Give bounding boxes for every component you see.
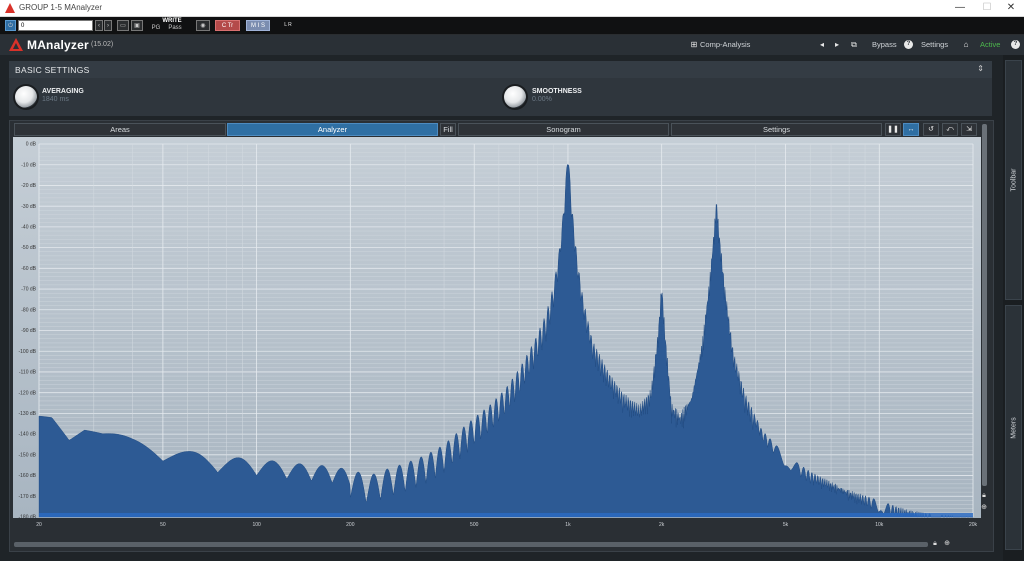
active-button[interactable]: Active xyxy=(980,40,1000,49)
settings-button[interactable]: Settings xyxy=(921,40,948,49)
meters-side-tab[interactable]: Meters xyxy=(1005,305,1022,550)
y-tick-label: -110 dB xyxy=(19,370,37,376)
y-tick-label: -20 dB xyxy=(21,183,36,189)
toolbar-side-label: Toolbar xyxy=(1010,168,1017,192)
averaging-value[interactable]: 1840 ms xyxy=(42,96,69,103)
smoothness-knob[interactable] xyxy=(504,86,526,108)
y-tick-label: -60 dB xyxy=(21,266,36,272)
preset-next-button[interactable]: › xyxy=(104,20,112,31)
tab-analyzer[interactable]: Analyzer xyxy=(227,123,438,136)
spectrum-baseline-strip xyxy=(39,513,973,517)
next-preset-icon[interactable]: ▸ xyxy=(832,39,842,50)
basic-settings-header[interactable]: BASIC SETTINGS ⇕ xyxy=(9,61,992,78)
horizontal-range-scrollbar[interactable] xyxy=(14,542,928,547)
x-tick-label: 5k xyxy=(783,522,789,528)
window-title-bar: GROUP 1-5 MAnalyzer — ☐ ✕ xyxy=(0,0,1024,17)
zoom-icon[interactable]: ⊕ xyxy=(979,503,989,513)
x-axis-band xyxy=(13,518,981,529)
help-icon[interactable]: ? xyxy=(1011,40,1020,49)
fill-button[interactable]: Fill xyxy=(440,123,456,136)
y-tick-label: -50 dB xyxy=(21,245,36,251)
basic-settings-panel: BASIC SETTINGS ⇕ AVERAGING 1840 ms SMOOT… xyxy=(9,61,992,116)
y-tick-label: -170 dB xyxy=(18,494,36,500)
y-tick-label: -30 dB xyxy=(21,204,36,210)
plugin-header: MAnalyzer (15.02) ⊞ Comp-Analysis ◂ ▸ ⧉ … xyxy=(0,35,1024,55)
home-icon[interactable]: ⌂ xyxy=(961,39,971,50)
vertical-range-scrollbar[interactable] xyxy=(982,124,987,486)
toolbar-side-tab[interactable]: Toolbar xyxy=(1005,60,1022,300)
x-tick-label: 100 xyxy=(252,522,261,528)
spectrum-graph[interactable]: 0 dB -10 dB -20 dB -30 dB -40 dB -50 dB -60 dB… xyxy=(13,137,981,529)
y-tick-label: -10 dB xyxy=(21,162,36,168)
close-button[interactable]: ✕ xyxy=(996,1,1024,15)
x-tick-label: 2k xyxy=(659,522,665,528)
reset-button[interactable]: ↺ xyxy=(923,123,939,136)
averaging-knob[interactable] xyxy=(15,86,37,108)
tab-areas[interactable]: Areas xyxy=(14,123,226,136)
basic-settings-title: BASIC SETTINGS xyxy=(15,65,90,75)
ctr-button[interactable]: C Tr xyxy=(215,20,240,31)
x-axis-labels: 20 50 100 200 500 1k 2k 5k 10k 20k xyxy=(13,518,981,529)
bypass-info-icon[interactable]: ? xyxy=(904,40,913,49)
x-tick-label: 1k xyxy=(565,522,571,528)
y-tick-label: 0 dB xyxy=(26,142,37,148)
collapse-icon[interactable]: ⇕ xyxy=(977,64,984,73)
compare-button[interactable]: ▭ xyxy=(117,20,129,31)
host-toolbar: ⏻ 0 ‹ › ▭ ▣ WRITE PG Pass ◉ C Tr M I S L… xyxy=(0,17,1024,35)
averaging-label: AVERAGING xyxy=(42,88,84,95)
lock-icon[interactable]: 🔒︎ xyxy=(979,491,989,501)
bypass-button[interactable]: Bypass xyxy=(872,40,897,49)
smoothness-label: SMOOTHNESS xyxy=(532,88,582,95)
x-tick-label: 20k xyxy=(969,522,978,528)
zoom-horizontal-icon[interactable]: ⊕ xyxy=(942,539,952,549)
plugin-version: (15.02) xyxy=(91,41,114,48)
preset-selector[interactable]: 0 xyxy=(18,20,93,31)
channel-lr-display[interactable]: L R xyxy=(276,20,300,31)
lock-horizontal-icon[interactable]: 🔒︎ xyxy=(930,539,940,549)
y-tick-label: -140 dB xyxy=(18,432,36,438)
tab-settings[interactable]: Settings xyxy=(671,123,882,136)
mix-button[interactable]: M I S xyxy=(246,20,270,31)
minimize-button[interactable]: — xyxy=(945,1,975,15)
x-tick-label: 200 xyxy=(346,522,355,528)
y-tick-label: -160 dB xyxy=(18,473,36,479)
x-tick-label: 500 xyxy=(470,522,479,528)
export-button[interactable]: ⇲ xyxy=(961,123,977,136)
undo-button[interactable]: ⤺ xyxy=(942,123,958,136)
y-tick-label: -120 dB xyxy=(18,390,36,396)
preset-name[interactable]: Comp-Analysis xyxy=(700,40,750,49)
y-tick-label: -80 dB xyxy=(21,307,36,313)
x-tick-label: 50 xyxy=(160,522,166,528)
window-title: GROUP 1-5 MAnalyzer xyxy=(19,3,102,12)
power-icon[interactable]: ⏻ xyxy=(5,20,16,31)
app-logo-icon xyxy=(5,3,15,13)
y-tick-label: -130 dB xyxy=(18,411,36,417)
y-tick-label: -150 dB xyxy=(18,452,36,458)
pass-label: Pass xyxy=(168,25,182,31)
plugin-name: MAnalyzer xyxy=(27,38,89,52)
x-tick-label: 10k xyxy=(875,522,884,528)
camera-icon[interactable]: ◉ xyxy=(196,20,210,31)
meters-side-label: Meters xyxy=(1010,416,1017,439)
preset-grid-icon[interactable]: ⊞ xyxy=(689,39,699,50)
x-tick-label: 20 xyxy=(36,522,42,528)
tab-sonogram[interactable]: Sonogram xyxy=(458,123,669,136)
pg-label: PG xyxy=(151,25,161,31)
spectrum-chart: 0 dB -10 dB -20 dB -30 dB -40 dB -50 dB -60 dB… xyxy=(13,137,981,529)
y-tick-label: -90 dB xyxy=(21,328,36,334)
preset-prev-button[interactable]: ‹ xyxy=(95,20,103,31)
melda-logo-icon xyxy=(9,38,23,51)
y-tick-label: -100 dB xyxy=(18,349,36,355)
copy-button[interactable]: ▣ xyxy=(131,20,143,31)
y-tick-label: -70 dB xyxy=(21,287,36,293)
automation-write-label[interactable]: WRITE xyxy=(160,18,184,25)
pause-button[interactable]: ❚❚ xyxy=(885,123,901,136)
prev-preset-icon[interactable]: ◂ xyxy=(817,39,827,50)
randomize-icon[interactable]: ⧉ xyxy=(849,39,859,50)
range-button[interactable]: ↔ xyxy=(903,123,919,136)
side-panel: Toolbar Meters xyxy=(1003,55,1024,561)
smoothness-value[interactable]: 0.00% xyxy=(532,96,552,103)
y-tick-label: -40 dB xyxy=(21,224,36,230)
